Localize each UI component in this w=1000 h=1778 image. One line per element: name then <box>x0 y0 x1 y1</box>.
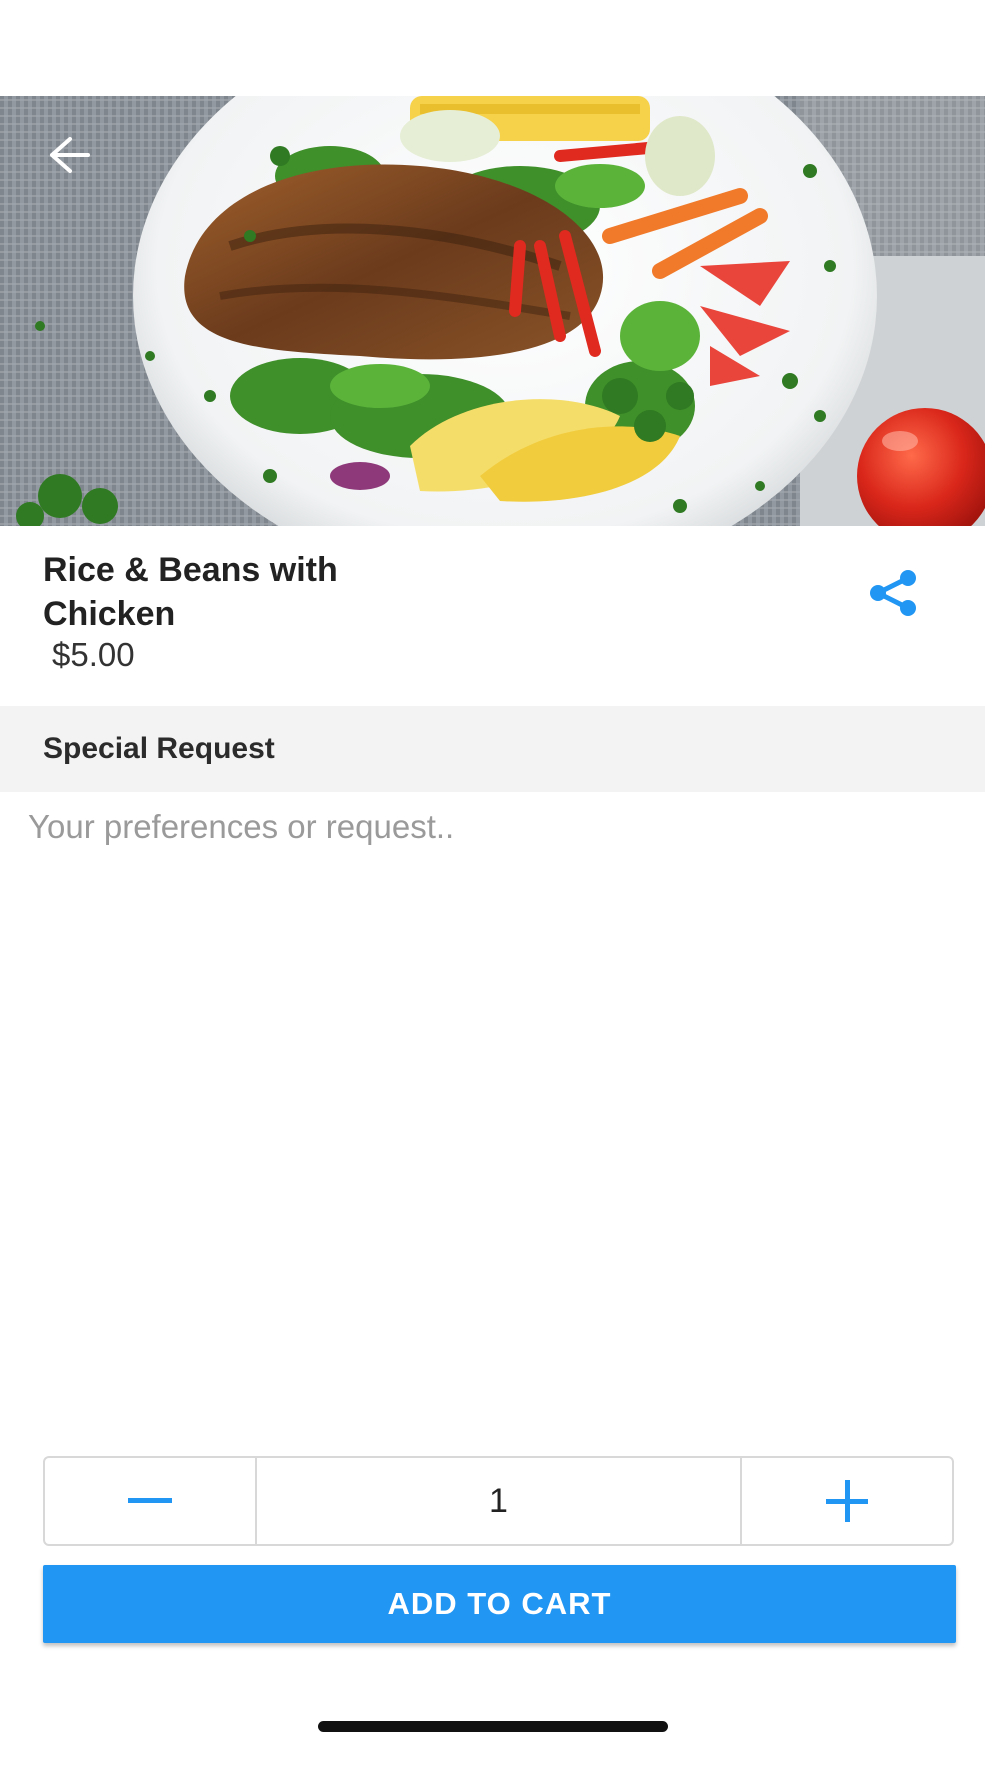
share-button[interactable] <box>862 565 924 621</box>
item-photo <box>0 96 985 526</box>
special-request-header: Special Request <box>0 706 985 792</box>
minus-icon <box>128 1498 172 1503</box>
special-request-input[interactable] <box>28 808 958 1228</box>
back-arrow-icon <box>50 137 90 173</box>
add-to-cart-button[interactable]: ADD TO CART <box>43 1565 956 1643</box>
increment-button[interactable] <box>742 1458 952 1544</box>
quantity-stepper: 1 <box>43 1456 954 1546</box>
home-indicator <box>318 1721 668 1732</box>
back-button[interactable] <box>30 125 100 185</box>
section-title: Special Request <box>43 732 275 765</box>
food-plate-image <box>0 96 985 526</box>
share-icon <box>870 570 916 616</box>
item-title: Rice & Beans with Chicken <box>43 551 338 633</box>
item-price: $5.00 <box>52 636 135 673</box>
decrement-button[interactable] <box>45 1458 255 1544</box>
quantity-value: 1 <box>255 1458 742 1544</box>
plus-icon <box>826 1480 868 1522</box>
